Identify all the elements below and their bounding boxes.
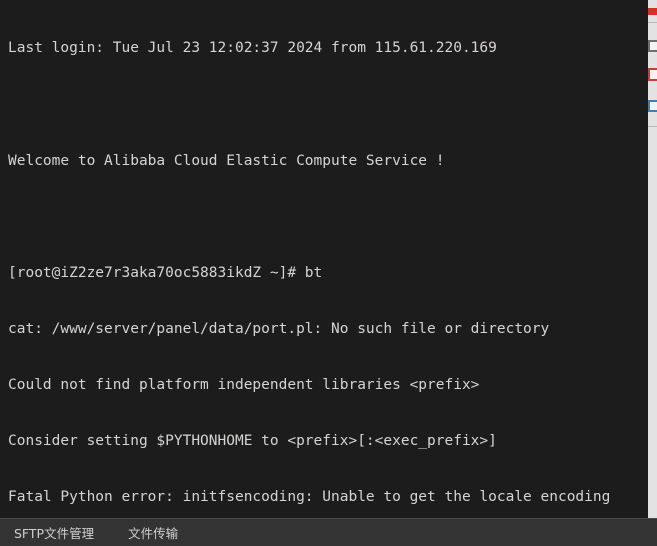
terminal-output[interactable]: Last login: Tue Jul 23 12:02:37 2024 fro…: [0, 0, 657, 518]
terminal-viewport[interactable]: Last login: Tue Jul 23 12:02:37 2024 fro…: [0, 0, 657, 518]
right-toolbar-sliver[interactable]: [648, 0, 657, 518]
terminal-line: Last login: Tue Jul 23 12:02:37 2024 fro…: [8, 40, 497, 57]
ssh-client-window: Last login: Tue Jul 23 12:02:37 2024 fro…: [0, 0, 657, 546]
terminal-line-command: [root@iZ2ze7r3aka70oc5883ikdZ ~]# bt: [8, 264, 323, 281]
record-indicator-icon: [648, 8, 657, 15]
statusbar: SFTP文件管理 文件传输: [0, 518, 657, 546]
settings-icon[interactable]: [648, 100, 657, 112]
terminal-line: Fatal Python error: initfsencoding: Unab…: [8, 489, 611, 506]
statusbar-item-file-transfer[interactable]: 文件传输: [128, 523, 178, 542]
alert-icon[interactable]: [648, 68, 657, 81]
terminal-line: cat: /www/server/panel/data/port.pl: No …: [8, 320, 550, 337]
document-icon[interactable]: [648, 40, 657, 52]
toolbar-divider: [648, 22, 657, 23]
terminal-line: Consider setting $PYTHONHOME to <prefix>…: [8, 433, 497, 450]
statusbar-item-sftp-manager[interactable]: SFTP文件管理: [14, 523, 94, 542]
terminal-line: Welcome to Alibaba Cloud Elastic Compute…: [8, 152, 445, 169]
toolbar-divider: [648, 126, 657, 127]
terminal-line: Could not find platform independent libr…: [8, 376, 480, 393]
